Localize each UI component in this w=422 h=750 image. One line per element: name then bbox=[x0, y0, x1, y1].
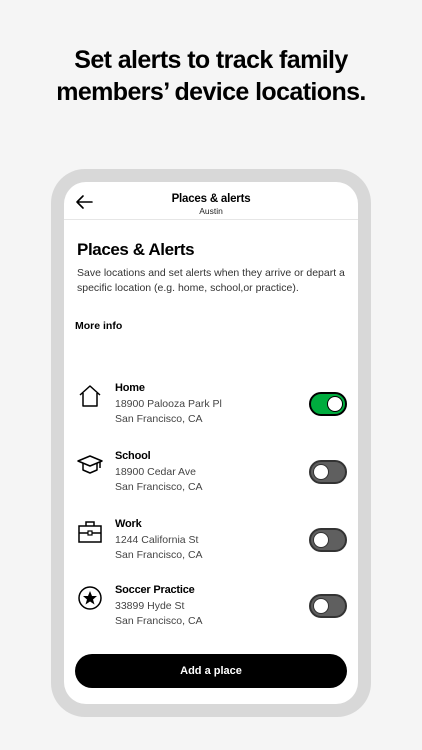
place-city: San Francisco, CA bbox=[115, 615, 203, 627]
school-alert-toggle[interactable] bbox=[309, 460, 347, 484]
marketing-headline: Set alerts to track family members’ devi… bbox=[0, 44, 422, 108]
place-name: Home bbox=[115, 382, 145, 394]
headline-line-2: members’ device locations. bbox=[56, 78, 366, 106]
toggle-knob bbox=[327, 396, 343, 412]
place-address: 1244 California St bbox=[115, 534, 199, 546]
place-name: School bbox=[115, 450, 151, 462]
place-city: San Francisco, CA bbox=[115, 481, 203, 493]
nav-bar: Places & alerts Austin bbox=[64, 182, 358, 220]
place-city: San Francisco, CA bbox=[115, 413, 203, 425]
page-title: Places & Alerts bbox=[77, 240, 195, 259]
work-alert-toggle[interactable] bbox=[309, 528, 347, 552]
more-info-link[interactable]: More info bbox=[75, 320, 122, 332]
soccer-practice-alert-toggle[interactable] bbox=[309, 594, 347, 618]
place-address: 18900 Cedar Ave bbox=[115, 466, 196, 478]
headline-line-1: Set alerts to track family bbox=[74, 46, 348, 74]
toggle-knob bbox=[313, 464, 329, 480]
phone-screen: Places & alerts Austin Places & Alerts S… bbox=[64, 182, 358, 704]
star-badge-icon bbox=[78, 586, 102, 610]
place-name: Soccer Practice bbox=[115, 584, 195, 596]
briefcase-icon bbox=[78, 521, 102, 543]
place-item-home: Home 18900 Palooza Park Pl San Francisco… bbox=[64, 382, 358, 442]
nav-subtitle: Austin bbox=[199, 206, 223, 216]
graduation-cap-icon bbox=[77, 455, 103, 474]
home-alert-toggle[interactable] bbox=[309, 392, 347, 416]
place-name: Work bbox=[115, 518, 142, 530]
place-address: 18900 Palooza Park Pl bbox=[115, 398, 222, 410]
add-place-button[interactable]: Add a place bbox=[75, 654, 347, 688]
page-description: Save locations and set alerts when they … bbox=[77, 267, 345, 294]
place-address: 33899 Hyde St bbox=[115, 600, 185, 612]
place-item-soccer-practice: Soccer Practice 33899 Hyde St San Franci… bbox=[64, 584, 358, 644]
toggle-knob bbox=[313, 598, 329, 614]
toggle-knob bbox=[313, 532, 329, 548]
place-item-school: School 18900 Cedar Ave San Francisco, CA bbox=[64, 450, 358, 510]
house-icon bbox=[79, 385, 101, 407]
place-item-work: Work 1244 California St San Francisco, C… bbox=[64, 518, 358, 578]
nav-title: Places & alerts bbox=[171, 193, 251, 205]
phone-frame: Places & alerts Austin Places & Alerts S… bbox=[51, 169, 371, 717]
place-city: San Francisco, CA bbox=[115, 549, 203, 561]
